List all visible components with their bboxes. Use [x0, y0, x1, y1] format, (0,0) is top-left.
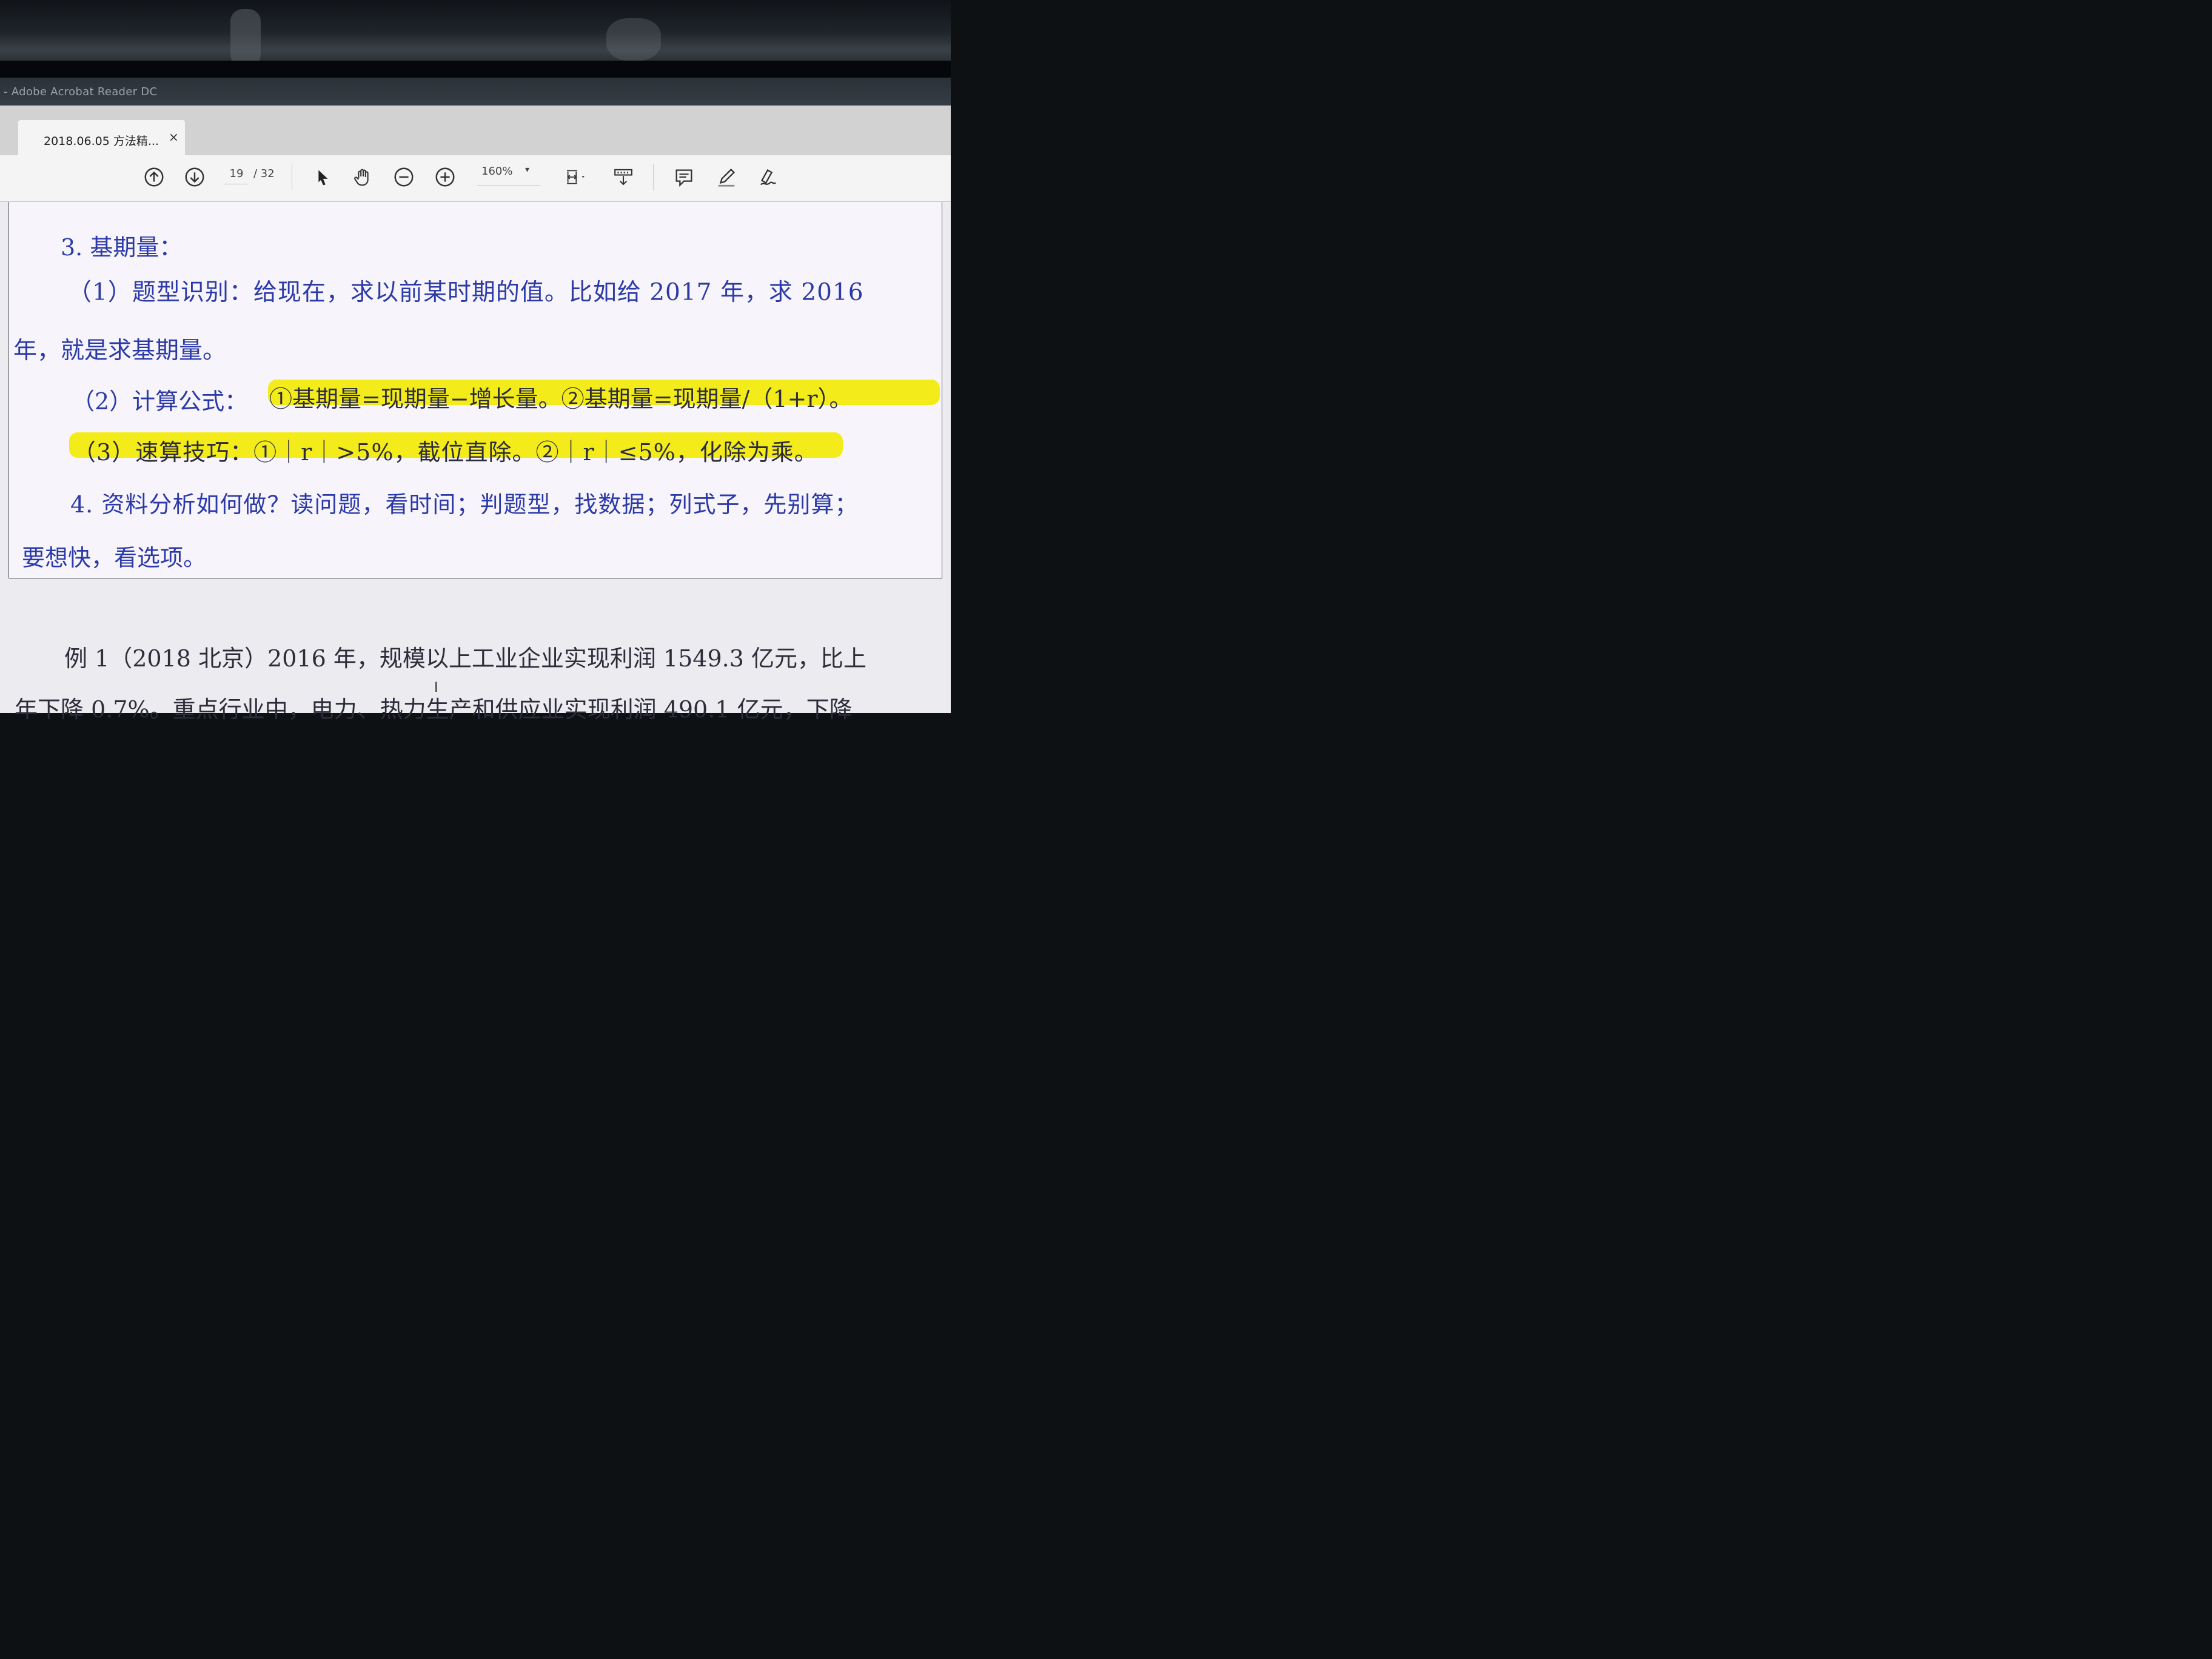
sign-icon [760, 169, 776, 186]
document-tab[interactable]: 2018.06.05 方法精... × [18, 120, 185, 155]
main-toolbar: 19 / 32 160% ▾ [0, 155, 951, 202]
comment-button[interactable] [671, 164, 697, 190]
example-line: 年下降 0.7%。重点行业中，电力、热力生产和供应业实现利润 490.1 亿元，… [15, 696, 853, 723]
fit-page-button[interactable] [558, 164, 592, 190]
page-indicator: 19 / 32 [224, 167, 275, 184]
comment-icon [675, 169, 692, 187]
prev-page-icon [144, 167, 164, 187]
select-arrow-icon [318, 170, 328, 186]
next-page-icon [185, 167, 204, 187]
sign-button[interactable] [754, 164, 781, 190]
zoom-in-button[interactable] [432, 164, 458, 190]
paragraph-line: 年，就是求基期量。 [13, 337, 227, 364]
page-number-input[interactable]: 19 [224, 167, 249, 184]
highlight-pen-icon [718, 169, 735, 187]
background-object [606, 18, 661, 61]
zoom-in-icon [435, 167, 455, 187]
paragraph-line: （1）题型识别：给现在，求以前某时期的值。比如给 2017 年，求 2016 [68, 279, 864, 306]
monitor-bezel [0, 61, 951, 79]
zoom-select[interactable]: 160% ▾ [477, 165, 540, 186]
chevron-down-icon: ▾ [525, 165, 530, 175]
zoom-out-button[interactable] [390, 164, 417, 190]
hand-tool-button[interactable] [350, 164, 377, 190]
scroll-mode-button[interactable] [609, 164, 638, 190]
next-page-button[interactable] [181, 164, 208, 190]
scroll-mode-icon [614, 169, 632, 186]
zoom-value: 160% [481, 165, 513, 178]
tips-text: （3）速算技巧：①｜r｜>5%，截位直除。②｜r｜≤5%，化除为乘。 [73, 439, 818, 466]
paragraph-line: 4. 资料分析如何做？读问题，看时间；判题型，找数据；列式子，先别算； [70, 491, 859, 518]
window-titlebar: - Adobe Acrobat Reader DC [0, 78, 951, 106]
highlight-pen-button[interactable] [713, 164, 740, 190]
tab-bar: 2018.06.05 方法精... × [0, 106, 951, 155]
window-title: - Adobe Acrobat Reader DC [4, 85, 158, 98]
document-tab-label: 2018.06.05 方法精... [44, 135, 159, 148]
fit-page-icon [567, 170, 585, 184]
zoom-out-icon [394, 167, 414, 187]
paragraph-line: 要想快，看选项。 [22, 545, 207, 571]
toolbar-divider [653, 164, 654, 190]
background-object [230, 9, 261, 67]
section-heading: 3. 基期量： [61, 234, 183, 261]
formula-text: ①基期量=现期量−增长量。②基期量=现期量/（1+r）。 [269, 386, 853, 412]
select-tool-button[interactable] [309, 164, 336, 190]
text-cursor-icon: I [434, 680, 438, 695]
hand-icon [354, 169, 369, 186]
formula-label: （2）计算公式： [72, 388, 248, 415]
prev-page-button[interactable] [141, 164, 167, 190]
example-line: 例 1（2018 北京）2016 年，规模以上工业企业实现利润 1549.3 亿… [64, 645, 866, 672]
page-total: / 32 [253, 167, 275, 180]
close-tab-icon[interactable]: × [169, 130, 179, 144]
document-viewport[interactable]: 3. 基期量： （1）题型识别：给现在，求以前某时期的值。比如给 2017 年，… [0, 202, 951, 723]
